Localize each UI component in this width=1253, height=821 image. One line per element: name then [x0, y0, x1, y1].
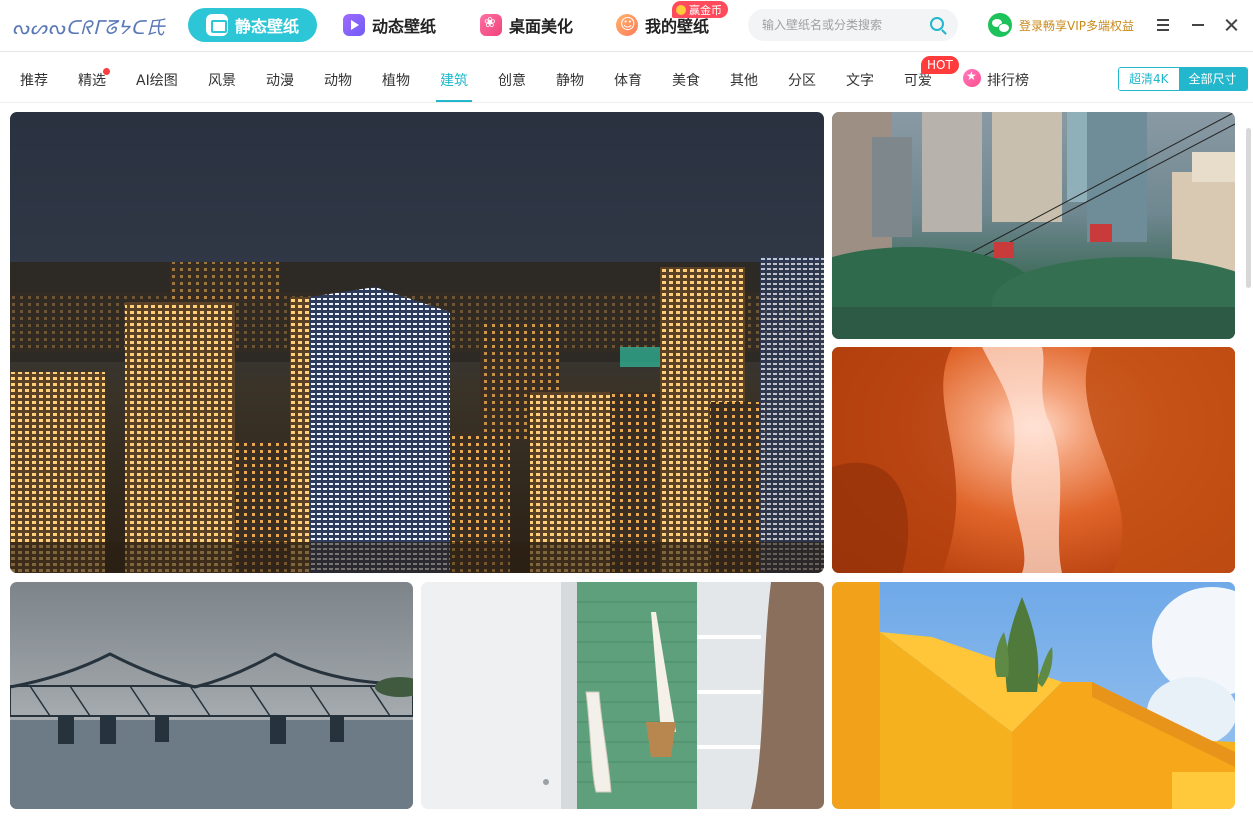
category-sports[interactable]: 体育	[614, 70, 642, 90]
tab-dynamic-wallpaper[interactable]: 动态壁纸	[343, 8, 436, 42]
category-architecture[interactable]: 建筑	[436, 70, 472, 102]
dynamic-wallpaper-icon	[343, 14, 365, 36]
minimize-icon[interactable]	[1187, 14, 1209, 36]
my-wallpaper-icon	[616, 14, 638, 36]
scrollbar[interactable]	[1246, 128, 1251, 288]
yellow-building-image	[832, 582, 1235, 809]
night-city-image	[10, 257, 824, 573]
category-other[interactable]: 其他	[730, 70, 758, 90]
wallpaper-tile-night-city[interactable]	[10, 112, 824, 573]
desktop-beautify-icon	[480, 14, 502, 36]
category-animals[interactable]: 动物	[324, 70, 352, 90]
tab-dynamic-wallpaper-label: 动态壁纸	[372, 17, 437, 36]
category-still-life[interactable]: 静物	[556, 70, 584, 90]
wallpaper-tile-green-wall[interactable]	[421, 582, 824, 809]
category-recommend[interactable]: 推荐	[20, 70, 48, 90]
category-plants[interactable]: 植物	[382, 70, 410, 90]
category-creative[interactable]: 创意	[498, 70, 526, 90]
tab-desktop-beautify[interactable]: 桌面美化	[480, 8, 573, 42]
search-icon[interactable]	[930, 17, 944, 31]
category-ai-art[interactable]: AI绘图	[136, 70, 178, 90]
title-bar: ᔓᔕᔓᑕᖇᒥᘔᔭᑕ氏 静态壁纸 动态壁纸 桌面美化 我的壁纸 赢金币 登录畅享V…	[0, 0, 1253, 52]
bridge-image	[10, 652, 413, 809]
size-4k-button[interactable]: 超清4K	[1119, 68, 1179, 90]
category-featured[interactable]: 精选	[78, 70, 106, 90]
menu-icon[interactable]	[1152, 14, 1174, 36]
wallpaper-tile-yellow-building[interactable]	[832, 582, 1235, 809]
category-scenery[interactable]: 风景	[208, 70, 236, 90]
wallpaper-tile-bridge[interactable]	[10, 582, 413, 809]
new-dot	[103, 68, 110, 75]
cable-car-image	[832, 112, 1235, 339]
wallpaper-tile-cable-car[interactable]	[832, 112, 1235, 339]
tab-desktop-beautify-label: 桌面美化	[509, 17, 574, 36]
wallpaper-tile-canyon[interactable]	[832, 347, 1235, 573]
category-ranking[interactable]: 排行榜	[987, 70, 1029, 90]
category-text[interactable]: 文字	[846, 70, 874, 90]
coin-icon	[676, 4, 686, 15]
hot-badge: HOT	[921, 56, 959, 74]
category-anime[interactable]: 动漫	[266, 70, 294, 90]
size-all-button[interactable]: 全部尺寸	[1178, 68, 1247, 90]
coin-badge[interactable]: 赢金币	[672, 1, 728, 18]
coin-badge-label: 赢金币	[689, 3, 722, 17]
category-zones[interactable]: 分区	[788, 70, 816, 90]
login-vip-link[interactable]: 登录畅享VIP多端权益	[1019, 17, 1134, 34]
canyon-image	[832, 347, 1235, 573]
wechat-icon[interactable]	[988, 13, 1012, 37]
category-food[interactable]: 美食	[672, 70, 700, 90]
category-bar: 推荐 精选 AI绘图 风景 动漫 动物 植物 建筑 创意 静物 体育 美食 其他…	[0, 53, 1253, 103]
green-wall-image	[421, 582, 824, 809]
size-filter: 超清4K 全部尺寸	[1118, 67, 1248, 91]
ranking-icon	[963, 69, 981, 87]
close-icon[interactable]	[1221, 14, 1243, 36]
tab-static-wallpaper[interactable]: 静态壁纸	[188, 8, 318, 42]
app-logo[interactable]: ᔓᔕᔓᑕᖇᒥᘔᔭᑕ氏	[12, 13, 166, 40]
tab-static-wallpaper-label: 静态壁纸	[235, 17, 300, 36]
search-box	[748, 9, 958, 41]
search-input[interactable]	[762, 15, 922, 35]
static-wallpaper-icon	[206, 14, 228, 36]
